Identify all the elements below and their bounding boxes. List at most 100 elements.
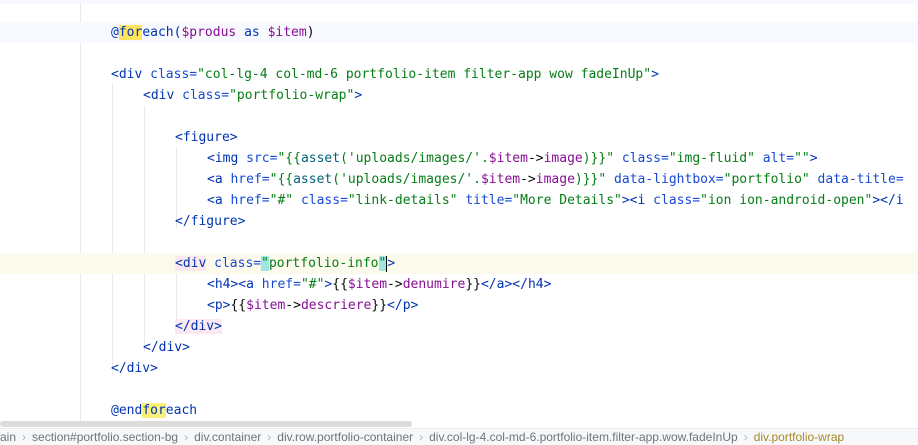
blade-directive: @ [111,25,119,40]
paren: ) [306,25,315,40]
attribute: alt= [762,151,795,166]
breadcrumb-item[interactable]: section#portfolio.section-bg [32,429,178,445]
variable: $item [480,172,521,187]
keyword: as [236,25,268,40]
attribute-value: "" [794,151,810,166]
attribute-value: portfolio-info [268,256,379,271]
code-editor[interactable]: @foreach($produs as $item) <div class="c… [0,0,918,425]
string-literal: ('uploads/images/'. [340,151,489,166]
code-line-1[interactable] [0,0,918,4]
html-tag: > [809,151,818,166]
property: image [543,151,583,166]
search-match: for [142,403,166,418]
operator: -> [285,298,301,313]
search-match: for [118,25,143,40]
html-tag: <div [143,88,183,103]
chevron-right-icon: › [184,430,189,444]
attribute-value: "col-lg-4 col-md-6 portfolio-item filter… [197,67,652,82]
code-line-endforeach[interactable]: @endforeach [0,400,918,421]
code-line-h4[interactable]: <h4><a href="#">{{$item->denumire}}</a><… [0,274,918,295]
attribute-value: "portfolio" [723,172,818,187]
attribute: title= [465,193,513,208]
attribute-value: "link-details" [347,193,466,208]
html-tag: > [387,256,396,271]
attribute: data-title= [817,172,904,187]
blade-echo: {{ [230,298,247,313]
breadcrumb-item[interactable]: ain [0,429,16,445]
code-line-figure-close[interactable]: </figure> [0,211,918,232]
property: image [535,172,575,187]
operator: -> [520,172,536,187]
attribute: class= [150,67,198,82]
html-tag: > [354,88,363,103]
horizontal-scrollbar[interactable] [0,421,412,427]
html-tag: <a [207,172,231,187]
blade-directive: each( [142,25,182,40]
blade-directive: each [165,403,198,418]
attribute-value: "More Details" [512,193,622,208]
attribute-value: "{{ [277,151,301,166]
code-line-a-details[interactable]: <a href="#" class="link-details" title="… [0,190,918,211]
html-tag: > [651,67,659,82]
breadcrumb-item-current[interactable]: div.portfolio-wrap [754,429,844,445]
attribute-value: "ion ion-android-open" [700,193,873,208]
html-tag: <a [207,193,231,208]
attribute: class= [653,193,701,208]
attribute: href= [230,172,270,187]
variable: $item [347,277,388,292]
code-line-div-col[interactable]: <div class="col-lg-4 col-md-6 portfolio-… [0,64,918,85]
chevron-right-icon: › [419,430,424,444]
attribute: class= [300,193,348,208]
html-tag: </a></h4> [480,277,552,292]
html-tag: </div> [111,361,158,376]
breadcrumb-item[interactable]: div.col-lg-4.col-md-6.portfolio-item.fil… [429,429,738,445]
operator: -> [527,151,544,166]
variable: $item [488,151,528,166]
code-line-foreach[interactable]: @foreach($produs as $item) [0,22,918,43]
code-line-div-close-2[interactable]: </div> [0,337,918,358]
code-line-div-close-3[interactable]: </div> [0,358,918,379]
string-literal: ('uploads/images/'. [332,172,481,187]
attribute: class= [621,151,669,166]
variable: $item [267,25,307,40]
html-tag: <p> [207,298,231,313]
attribute: class= [182,88,230,103]
code-line-a-lightbox[interactable]: <a href="{{asset('uploads/images/'.$item… [0,169,918,190]
breadcrumb-item[interactable]: div.row.portfolio-container [277,429,413,445]
attribute: class= [214,256,262,271]
code-line-p[interactable]: <p>{{$item->descriere}}</p> [0,295,918,316]
html-tag: ><i [621,193,654,208]
html-tag: </div> [143,340,190,355]
html-tag: <figure> [175,130,238,145]
html-tag: ></i [872,193,904,208]
attribute-value: )}}" [582,151,622,166]
attribute-value: "img-fluid" [668,151,763,166]
html-tag: <h4><a [207,277,262,292]
chevron-right-icon: › [267,430,272,444]
blade-echo: {{ [332,277,348,292]
code-line-img[interactable]: <img src="{{asset('uploads/images/'.$ite… [0,148,918,169]
blade-echo: }} [371,298,388,313]
attribute-value: "#" [269,193,301,208]
quote-match: " [378,256,387,271]
blade-directive: @end [111,403,143,418]
variable: $item [246,298,286,313]
chevron-right-icon: › [743,430,748,444]
attribute: href= [230,193,270,208]
function-call: asset [293,172,333,187]
attribute-value: "portfolio-wrap" [229,88,355,103]
code-line-figure-open[interactable]: <figure> [0,127,918,148]
attribute: src= [246,151,278,166]
html-tag: </p> [387,298,419,313]
attribute-value: "{{ [269,172,294,187]
blade-echo: }} [465,277,481,292]
property: denumire [402,277,466,292]
breadcrumb-item[interactable]: div.container [194,429,261,445]
code-line-portfolio-info[interactable]: <div class="portfolio-info"> [0,253,918,274]
code-line-div-close-1[interactable]: </div> [0,316,918,337]
code-line-div-wrap[interactable]: <div class="portfolio-wrap"> [0,85,918,106]
attribute: href= [261,277,301,292]
html-tag-matched: </div> [175,319,222,334]
operator: -> [387,277,403,292]
